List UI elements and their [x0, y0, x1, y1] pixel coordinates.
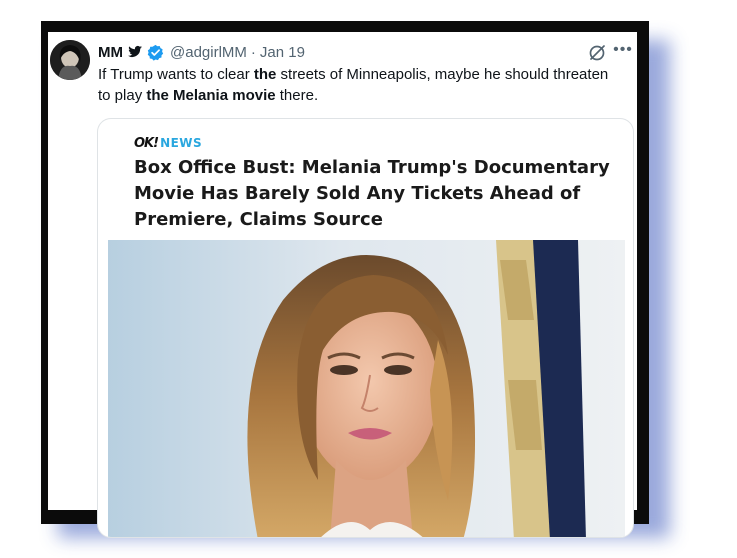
brand-logo: OK! NEWS — [134, 135, 203, 151]
brand-news: NEWS — [160, 136, 203, 150]
tweet-date[interactable]: Jan 19 — [260, 44, 305, 61]
brand-ok: OK! — [134, 135, 159, 151]
tweet-text-bold: the Melania movie — [146, 87, 276, 104]
article-card[interactable]: OK! NEWS Box Office Bust: Melania Trump'… — [97, 118, 634, 538]
avatar[interactable] — [50, 40, 90, 80]
more-icon[interactable]: ••• — [613, 40, 633, 60]
tweet-text: If Trump wants to clear the streets of M… — [98, 64, 618, 106]
tweet-text-bold: the — [253, 66, 277, 83]
verified-icon — [147, 44, 164, 61]
handle[interactable]: @adgirlMM — [170, 44, 247, 61]
bird-icon — [127, 44, 143, 60]
display-name[interactable]: MM — [98, 44, 123, 61]
tweet-header: MM @adgirlMM · Jan 19 — [98, 42, 305, 62]
article-headline[interactable]: Box Office Bust: Melania Trump's Documen… — [134, 155, 614, 233]
tweet-text-segment: there. — [275, 87, 319, 104]
article-photo[interactable] — [108, 240, 625, 537]
grok-icon[interactable] — [587, 43, 607, 63]
tweet-text-segment: If Trump wants to clear — [98, 66, 254, 83]
separator: · — [250, 43, 256, 61]
